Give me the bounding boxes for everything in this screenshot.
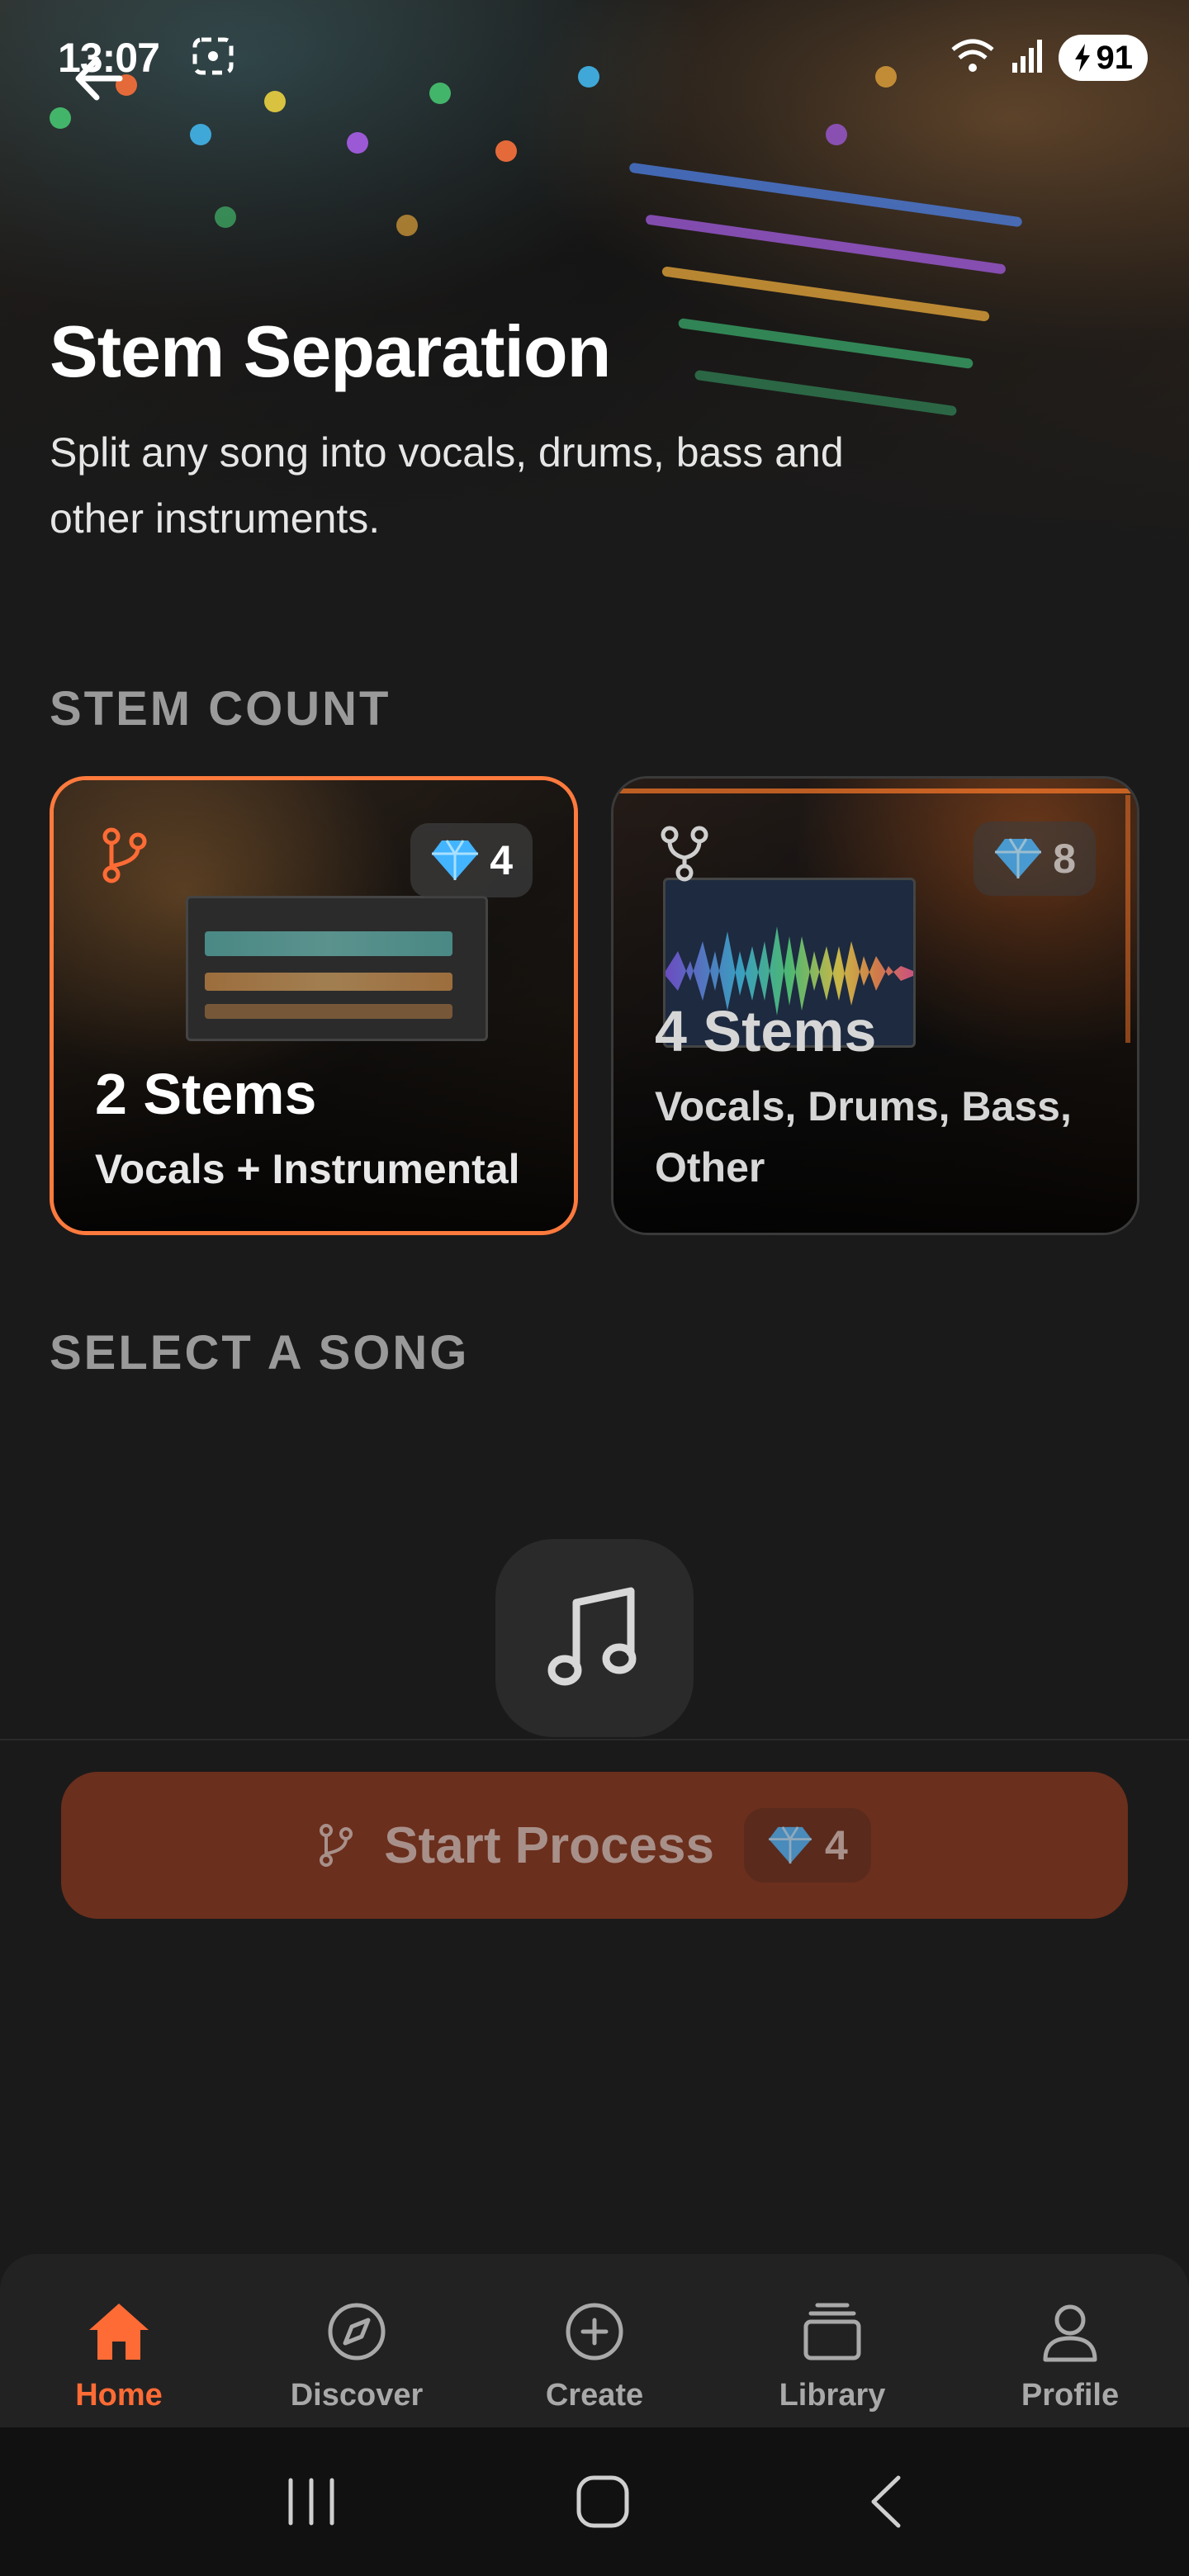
gem-icon	[769, 1826, 812, 1864]
system-back-icon[interactable]	[865, 2473, 907, 2531]
nav-label: Profile	[1021, 2378, 1120, 2413]
git-branch-icon	[320, 1824, 353, 1867]
library-icon	[803, 2303, 861, 2361]
status-bar: 13:07 91	[58, 33, 1148, 83]
nav-label: Home	[75, 2378, 163, 2413]
stem-option-description: Vocals + Instrumental	[95, 1146, 520, 1192]
stem-option-title: 2 Stems	[95, 1062, 317, 1126]
stem-option-2[interactable]: 4 2 Stems Vocals + Instrumental	[50, 776, 578, 1235]
divider	[0, 1739, 1189, 1740]
system-nav-bar	[0, 2427, 1189, 2576]
charging-icon	[1074, 44, 1090, 72]
gem-icon	[432, 840, 479, 880]
stem-option-4[interactable]: 8 4 Stems Vocals, Drums, Bass, Other	[611, 776, 1139, 1235]
battery-indicator: 91	[1058, 35, 1148, 81]
recent-apps-icon[interactable]	[282, 2477, 340, 2526]
stem-option-title: 4 Stems	[655, 999, 877, 1063]
select-song-label: SELECT A SONG	[50, 1326, 470, 1380]
profile-icon	[1043, 2304, 1097, 2362]
back-button[interactable]	[70, 50, 128, 107]
plus-circle-icon	[566, 2303, 623, 2361]
signal-icon	[1011, 38, 1044, 78]
music-note-icon	[547, 1587, 637, 1686]
cost-badge: 8	[973, 822, 1096, 896]
compass-icon	[328, 2303, 386, 2361]
start-process-label: Start Process	[384, 1816, 714, 1874]
battery-level: 91	[1096, 39, 1134, 76]
hero-banner: 13:07 91 Stem Separation Split any song …	[0, 0, 1189, 594]
git-branch-icon	[102, 827, 147, 883]
nav-profile[interactable]: Profile	[971, 2300, 1169, 2413]
nav-library[interactable]: Library	[733, 2300, 931, 2413]
stem-count-label: STEM COUNT	[50, 682, 391, 736]
nav-label: Create	[545, 2378, 644, 2413]
page-subtitle: Split any song into vocals, drums, bass …	[50, 429, 844, 542]
stem-option-description: Vocals, Drums, Bass, Other	[655, 1083, 1072, 1191]
git-merge-icon	[661, 826, 708, 882]
screenshot-icon	[192, 37, 234, 79]
gem-icon	[995, 838, 1042, 878]
page-title: Stem Separation	[50, 310, 611, 392]
nav-label: Discover	[290, 2378, 424, 2413]
nav-create[interactable]: Create	[495, 2300, 694, 2413]
home-button-icon[interactable]	[574, 2473, 632, 2531]
cost-value: 8	[1053, 836, 1076, 882]
cost-badge: 4	[743, 1808, 871, 1882]
home-icon	[89, 2304, 149, 2360]
nav-label: Library	[779, 2378, 886, 2413]
cost-value: 4	[490, 837, 513, 883]
cost-badge: 4	[410, 823, 533, 897]
select-song-button[interactable]	[495, 1539, 694, 1737]
arrow-left-icon	[75, 56, 123, 101]
bottom-nav: Home Discover Create Library Profile	[0, 2254, 1189, 2427]
nav-discover[interactable]: Discover	[258, 2300, 456, 2413]
cost-value: 4	[824, 1822, 848, 1868]
nav-home[interactable]: Home	[20, 2300, 218, 2413]
start-process-button[interactable]: Start Process 4	[61, 1772, 1128, 1919]
wifi-icon	[950, 38, 996, 78]
